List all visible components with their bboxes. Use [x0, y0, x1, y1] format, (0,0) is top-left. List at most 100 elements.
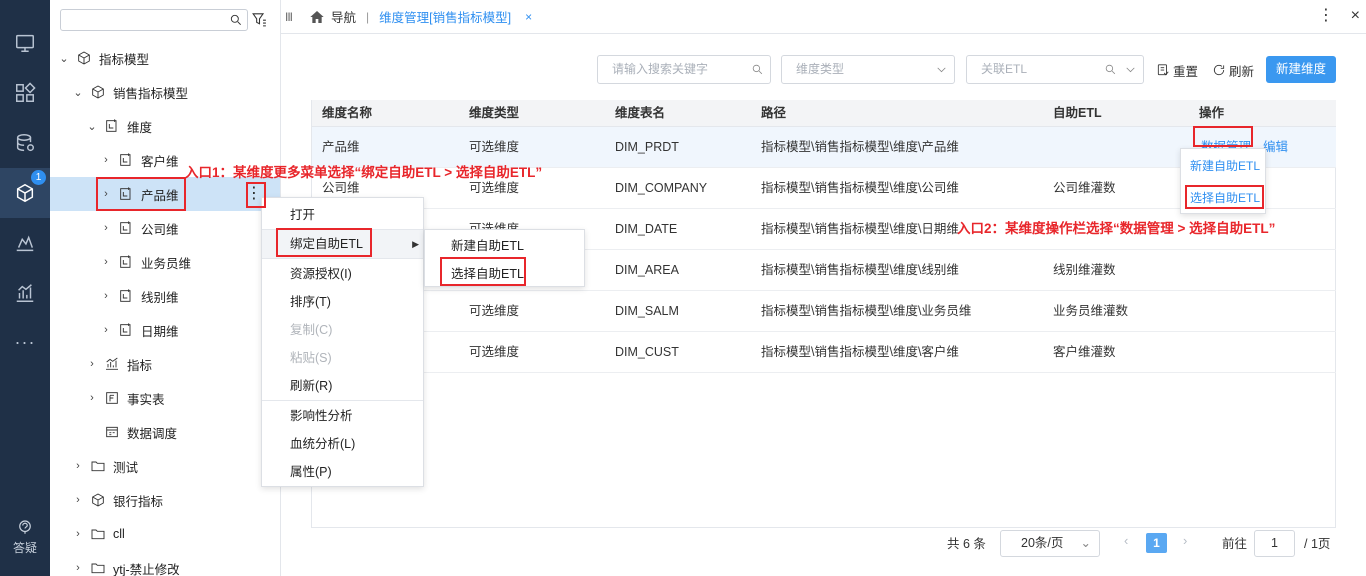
- reset-label: 重置: [1173, 64, 1199, 79]
- next-page-button[interactable]: ›: [1183, 531, 1187, 551]
- tree-item[interactable]: › 业务员维: [50, 245, 280, 279]
- table-cell-path: 指标模型\销售指标模型\维度\公司维: [761, 181, 959, 195]
- menu-lineage-analysis[interactable]: 血统分析(L): [262, 430, 423, 458]
- tree-item-label: 指标模型: [99, 52, 150, 67]
- edit-link[interactable]: 编辑: [1263, 127, 1288, 168]
- menu-divider: [262, 258, 423, 259]
- collapse-arrow-icon[interactable]: ›: [100, 154, 112, 166]
- rail-apps-button[interactable]: [0, 68, 50, 118]
- menu-toggle-icon[interactable]: III: [285, 10, 299, 24]
- pagination-total: 共 6 条: [947, 537, 986, 551]
- rail-help-button[interactable]: 答疑: [0, 518, 50, 556]
- collapse-arrow-icon[interactable]: ›: [100, 256, 112, 268]
- tree-item[interactable]: › 事实表: [50, 381, 280, 415]
- submenu-new-etl[interactable]: 新建自助ETL: [425, 232, 584, 260]
- cube-icon: [90, 492, 106, 508]
- database-gear-icon: [16, 134, 34, 152]
- expand-arrow-icon[interactable]: ⌄: [72, 86, 84, 99]
- keyword-search-input[interactable]: 请输入搜索关键字: [597, 55, 771, 84]
- home-icon[interactable]: [309, 9, 325, 25]
- menu-refresh[interactable]: 刷新(R): [262, 372, 423, 400]
- th-actions: 操作: [1199, 106, 1225, 120]
- goto-page-input[interactable]: 1: [1254, 530, 1295, 557]
- page-size-select[interactable]: 20条/页 ⌄: [1000, 530, 1100, 557]
- metric-icon: [104, 356, 120, 372]
- new-dimension-button[interactable]: 新建维度: [1266, 56, 1336, 83]
- tree-item[interactable]: › 日期维: [50, 313, 280, 347]
- table-row[interactable]: 可选维度 DIM_CUST 指标模型\销售指标模型\维度\客户维 客户维灌数: [312, 332, 1336, 373]
- refresh-button[interactable]: 刷新: [1212, 60, 1254, 80]
- cube-icon: [90, 84, 106, 100]
- rail-monitor-button[interactable]: [0, 18, 50, 68]
- table-cell-table: DIM_COMPANY: [615, 181, 708, 195]
- related-etl-placeholder: 关联ETL: [981, 62, 1028, 76]
- tree-item-label: 公司维: [141, 222, 179, 237]
- current-page-button[interactable]: 1: [1146, 533, 1167, 553]
- chevron-down-icon: [937, 67, 946, 73]
- tree-item[interactable]: ⌄ 指标模型: [50, 41, 280, 75]
- rail-database-button[interactable]: [0, 118, 50, 168]
- dimension-icon: [118, 288, 134, 304]
- th-etl: 自助ETL: [1053, 106, 1102, 120]
- reset-button[interactable]: 重置: [1156, 60, 1198, 80]
- related-etl-select[interactable]: 关联ETL: [966, 55, 1144, 84]
- tree-filter-button[interactable]: [251, 11, 269, 29]
- menu-sort[interactable]: 排序(T): [262, 288, 423, 316]
- menu-open[interactable]: 打开: [262, 201, 423, 229]
- tree-search-input[interactable]: [60, 9, 248, 31]
- dimension-type-select[interactable]: 维度类型: [781, 55, 955, 84]
- collapse-arrow-icon[interactable]: ›: [72, 460, 84, 472]
- expand-arrow-icon[interactable]: ⌄: [86, 120, 98, 133]
- tree-item-label: 线别维: [141, 290, 179, 305]
- prev-page-button[interactable]: ‹: [1124, 531, 1128, 551]
- rail-chart-button[interactable]: [0, 218, 50, 268]
- search-icon[interactable]: [1104, 63, 1117, 76]
- tree-item-label: 客户维: [141, 154, 179, 169]
- schedule-icon: [104, 424, 120, 440]
- cube-icon: [76, 50, 92, 66]
- tree-item[interactable]: › ytj-禁止修改: [50, 551, 280, 576]
- table-row[interactable]: 可选维度 DIM_SALM 指标模型\销售指标模型\维度\业务员维 业务员维灌数: [312, 291, 1336, 332]
- dropdown-new-etl[interactable]: 新建自助ETL: [1181, 151, 1265, 181]
- tab-close-icon[interactable]: ×: [525, 10, 532, 24]
- collapse-arrow-icon[interactable]: ›: [72, 562, 84, 574]
- menu-properties[interactable]: 属性(P): [262, 458, 423, 486]
- collapse-arrow-icon[interactable]: ›: [100, 222, 112, 234]
- collapse-arrow-icon[interactable]: ›: [100, 290, 112, 302]
- rail-barchart-button[interactable]: [0, 268, 50, 318]
- tab-dimension-management[interactable]: 维度管理[销售指标模型]: [379, 7, 511, 26]
- rail-more-button[interactable]: ···: [0, 330, 50, 354]
- search-icon[interactable]: [751, 63, 764, 76]
- topbar-more-icon[interactable]: ⋮: [1318, 6, 1334, 26]
- collapse-arrow-icon[interactable]: ›: [72, 528, 84, 540]
- tree-item[interactable]: ⌄ 销售指标模型: [50, 75, 280, 109]
- table-cell-type: 可选维度: [469, 345, 520, 359]
- menu-paste[interactable]: 粘贴(S): [262, 344, 423, 372]
- collapse-arrow-icon[interactable]: ›: [72, 494, 84, 506]
- table-cell-etl: 线别维灌数: [1053, 263, 1116, 277]
- filter-icon: [252, 13, 266, 27]
- tree-item[interactable]: › 测试: [50, 449, 280, 483]
- menu-authorize[interactable]: 资源授权(I): [262, 260, 423, 288]
- fact-table-icon: [104, 390, 120, 406]
- tree-item[interactable]: ⌄ 维度: [50, 109, 280, 143]
- tree-item[interactable]: 数据调度: [50, 415, 280, 449]
- collapse-arrow-icon[interactable]: ›: [86, 358, 98, 370]
- table-cell-etl: 客户维灌数: [1053, 345, 1116, 359]
- highlight-select-etl: [440, 257, 526, 286]
- expand-arrow-icon[interactable]: ⌄: [58, 52, 70, 65]
- menu-impact-analysis[interactable]: 影响性分析: [262, 402, 423, 430]
- menu-copy[interactable]: 复制(C): [262, 316, 423, 344]
- collapse-arrow-icon[interactable]: ›: [100, 324, 112, 336]
- nav-link[interactable]: 导航: [331, 7, 356, 26]
- tree-item[interactable]: › 公司维: [50, 211, 280, 245]
- tree-item[interactable]: › 指标: [50, 347, 280, 381]
- rail-model-button[interactable]: 1: [0, 168, 50, 218]
- tree-item[interactable]: › cll: [50, 517, 280, 551]
- search-icon[interactable]: [229, 13, 243, 27]
- topbar-close-icon[interactable]: ×: [1351, 6, 1360, 26]
- table-cell-path: 指标模型\销售指标模型\维度\业务员维: [761, 304, 972, 318]
- collapse-arrow-icon[interactable]: ›: [86, 392, 98, 404]
- tree-item[interactable]: › 银行指标: [50, 483, 280, 517]
- tree-item[interactable]: › 线别维: [50, 279, 280, 313]
